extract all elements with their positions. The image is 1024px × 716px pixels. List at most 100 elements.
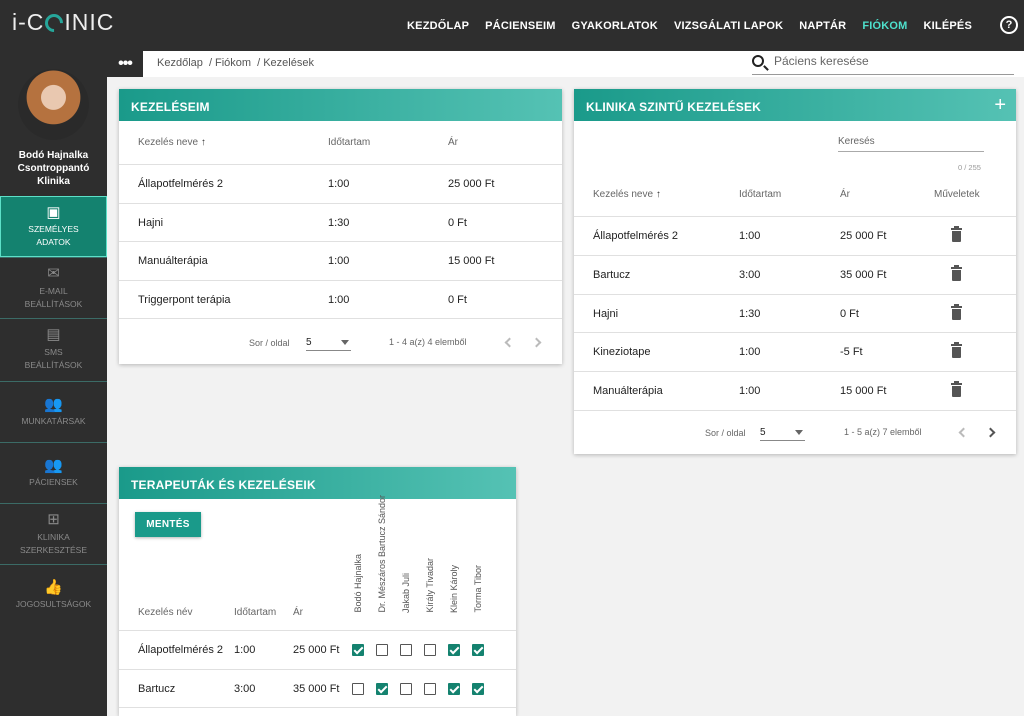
breadcrumb: Kezdőlap / Fiókom / Kezelések	[157, 57, 314, 69]
cell-name: Kineziotape	[593, 346, 651, 359]
nav-item-5[interactable]: FIÓKOM	[854, 20, 915, 32]
nav-item-4[interactable]: NAPTÁR	[791, 20, 854, 32]
group-icon: 👥	[44, 456, 63, 474]
assignment-checkbox[interactable]	[472, 644, 484, 656]
delete-icon[interactable]	[951, 264, 962, 281]
mail-icon: ✉	[47, 265, 60, 282]
assignment-checkbox[interactable]	[376, 644, 388, 656]
assignment-checkbox[interactable]	[424, 682, 436, 695]
table-row[interactable]: Manuálterápia 1:00 15 000 Ft	[119, 242, 562, 281]
table-row[interactable]: Hajni 1:30 0 Ft	[574, 295, 1016, 334]
breadcrumb-current: Kezelések	[263, 57, 314, 69]
column-header-price[interactable]: Ár	[840, 189, 850, 200]
search-input[interactable]	[774, 54, 1004, 68]
delete-icon[interactable]	[951, 381, 962, 398]
table-row[interactable]: Manuálterápia 1:00 15 000 Ft	[574, 372, 1016, 411]
assignment-checkbox[interactable]	[472, 682, 484, 695]
breadcrumb-separator: /	[257, 57, 261, 69]
delete-icon[interactable]	[951, 226, 962, 242]
next-page-icon[interactable]	[531, 337, 542, 348]
nav-item-2[interactable]: GYAKORLATOK	[564, 20, 666, 32]
table-row: Állapotfelmérés 2 1:00 25 000 Ft	[119, 631, 516, 670]
next-page-icon[interactable]	[985, 427, 996, 438]
breadcrumb-home[interactable]: Kezdőlap	[157, 57, 203, 69]
assignment-checkbox[interactable]	[448, 682, 460, 695]
rows-per-page-select[interactable]: 5	[306, 335, 351, 351]
nav-item-1[interactable]: PÁCIENSEIM	[477, 20, 563, 32]
treatment-search-field[interactable]: Keresés	[838, 136, 984, 152]
nav-item-0[interactable]: KEZDŐLAP	[399, 20, 477, 32]
rows-per-page-label: Sor / oldal	[249, 338, 290, 348]
avatar[interactable]	[18, 69, 89, 140]
user-name: Bodó Hajnalka Csontroppantó Klinika	[0, 149, 107, 188]
table-row[interactable]: Állapotfelmérés 2 1:00 25 000 Ft	[119, 165, 562, 204]
card-title: TERAPEUTÁK ÉS KEZELÉSEIK	[119, 467, 516, 499]
assignment-checkbox[interactable]	[376, 682, 388, 695]
cell-duration: 1:00	[328, 293, 350, 306]
cell-duration: 3:00	[739, 268, 761, 281]
char-counter: 0 / 255	[958, 163, 981, 172]
app-logo[interactable]: i-C INIC	[12, 9, 114, 36]
cell-price: 25 000 Ft	[840, 230, 887, 242]
my-treatments-card: KEZELÉSEIM Kezelés neve ↑ Időtartam Ár Á…	[119, 89, 562, 364]
sidebar-item-4[interactable]: 👥 PÁCIENSEK	[0, 442, 107, 503]
column-header-name[interactable]: Kezelés neve ↑	[138, 137, 206, 148]
column-header-name[interactable]: Kezelés neve ↑	[593, 189, 661, 200]
sidebar-item-3[interactable]: 👥 MUNKATÁRSAK	[0, 381, 107, 442]
more-menu-button[interactable]: •••	[107, 51, 143, 77]
column-header-duration[interactable]: Időtartam	[739, 189, 781, 200]
sidebar-item-1[interactable]: ✉ E-MAIL BEÁLLÍTÁSOK	[0, 257, 107, 318]
sidebar-item-0[interactable]: ▣ SZEMÉLYES ADATOK	[0, 196, 107, 257]
main-nav: KEZDŐLAP PÁCIENSEIM GYAKORLATOK VIZSGÁLATI …	[399, 0, 980, 51]
cell-name: Bartucz	[138, 682, 176, 695]
breadcrumb-account[interactable]: Fiókom	[215, 57, 251, 69]
nav-item-6[interactable]: KILÉPÉS	[916, 20, 980, 32]
assignment-checkbox[interactable]	[352, 644, 364, 656]
clinic-treatments-card: KLINIKA SZINTŰ KEZELÉSEK + Keresés 0 / 2…	[574, 89, 1016, 454]
column-header-price: Ár	[293, 607, 303, 618]
add-treatment-icon[interactable]: +	[994, 95, 1006, 115]
table-row[interactable]: Állapotfelmérés 2 1:00 25 000 Ft	[574, 217, 1016, 256]
save-button[interactable]: MENTÉS	[135, 512, 201, 537]
column-header-price[interactable]: Ár	[448, 137, 458, 148]
table-row[interactable]: Triggerpont terápia 1:00 0 Ft	[119, 281, 562, 319]
prev-page-icon[interactable]	[958, 427, 969, 438]
cell-name: Bartucz	[593, 268, 631, 281]
table-row[interactable]: Kineziotape 1:00 -5 Ft	[574, 333, 1016, 373]
cell-name: Állapotfelmérés 2	[138, 644, 223, 656]
person-icon: ▣	[46, 203, 61, 221]
column-header-actions: Műveletek	[934, 189, 980, 200]
cell-name: Hajni	[138, 216, 164, 229]
cell-duration: 1:30	[739, 307, 761, 320]
cell-price: 35 000 Ft	[840, 268, 887, 281]
help-icon[interactable]: ?	[1000, 16, 1018, 34]
logo-text-prefix: i-C	[12, 9, 45, 35]
sidebar-item-5[interactable]: ⊞ KLINIKA SZERKESZTÉSE	[0, 503, 107, 564]
assignment-checkbox[interactable]	[400, 644, 412, 656]
cell-duration: 1:30	[328, 216, 350, 229]
delete-icon[interactable]	[951, 342, 962, 359]
prev-page-icon[interactable]	[504, 337, 515, 348]
cell-price: 25 000 Ft	[448, 178, 495, 190]
sidebar-item-2[interactable]: ▤ SMS BEÁLLÍTÁSOK	[0, 318, 107, 379]
nav-item-3[interactable]: VIZSGÁLATI LAPOK	[666, 20, 791, 32]
column-header-name: Kezelés név	[138, 607, 193, 618]
sidebar-item-label: SZEMÉLYES	[28, 224, 79, 234]
assignment-checkbox[interactable]	[400, 682, 412, 695]
logo-ring-icon	[41, 9, 68, 36]
table-row[interactable]: Hajni 1:30 0 Ft	[119, 204, 562, 242]
delete-icon[interactable]	[951, 303, 962, 320]
assignment-checkbox[interactable]	[424, 644, 436, 656]
rows-per-page-select[interactable]: 5	[760, 425, 805, 441]
table-row[interactable]: Bartucz 3:00 35 000 Ft	[574, 256, 1016, 295]
sidebar-item-6[interactable]: 👍 JOGOSULTSÁGOK	[0, 564, 107, 625]
sidebar-item-label: BEÁLLÍTÁSOK	[24, 359, 83, 370]
column-header-duration[interactable]: Időtartam	[328, 137, 370, 148]
sort-arrow-up-icon: ↑	[200, 137, 206, 148]
assignment-checkbox[interactable]	[448, 644, 460, 656]
cell-duration: 1:00	[234, 644, 256, 656]
user-name-line: Bodó Hajnalka	[18, 150, 89, 161]
card-title: KEZELÉSEIM	[119, 89, 562, 121]
sidebar-item-label: SMS	[44, 346, 63, 357]
assignment-checkbox[interactable]	[352, 682, 364, 695]
